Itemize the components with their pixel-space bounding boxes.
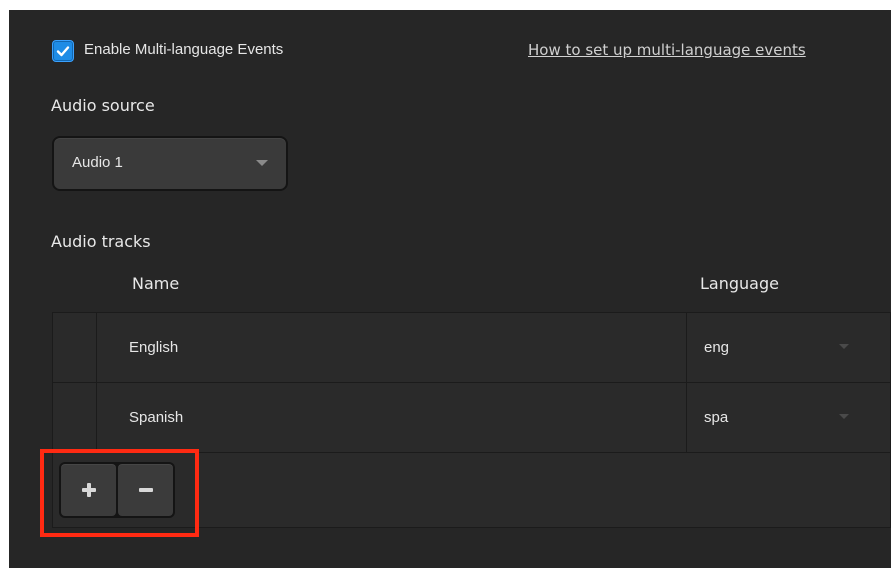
track-language-select[interactable]: spa (686, 383, 890, 452)
checkmark-icon (56, 46, 70, 57)
add-remove-track-buttons (59, 462, 175, 518)
multilang-help-link[interactable]: How to set up multi-language events (528, 41, 806, 59)
plus-icon (81, 483, 96, 497)
screenshot-root: Enable Multi-language Events How to set … (0, 0, 891, 568)
audio-tracks-table: English eng Spanish spa (52, 312, 891, 528)
audio-tracks-label: Audio tracks (51, 232, 151, 251)
enable-multilang-checkbox[interactable] (52, 40, 74, 62)
minus-icon (138, 488, 153, 492)
add-track-button[interactable] (61, 464, 116, 516)
column-header-language: Language (700, 274, 779, 293)
chevron-down-icon (839, 344, 849, 349)
audio-source-select[interactable]: Audio 1 (52, 136, 288, 191)
remove-track-button[interactable] (118, 464, 173, 516)
track-name[interactable]: English (129, 339, 178, 356)
table-row[interactable]: English eng (53, 313, 890, 383)
column-header-name: Name (132, 274, 180, 293)
settings-panel: Enable Multi-language Events How to set … (9, 10, 891, 568)
chevron-down-icon (839, 414, 849, 419)
chevron-down-icon (256, 160, 268, 166)
enable-multilang-label: Enable Multi-language Events (84, 41, 284, 58)
track-language-select[interactable]: eng (686, 313, 890, 382)
track-name[interactable]: Spanish (129, 409, 183, 426)
track-language-value: spa (704, 409, 729, 426)
table-row[interactable]: Spanish spa (53, 383, 890, 453)
row-leading-cell (53, 383, 97, 452)
track-language-value: eng (704, 339, 730, 356)
row-leading-cell (53, 313, 97, 382)
audio-source-label: Audio source (51, 96, 155, 115)
audio-source-value: Audio 1 (72, 154, 123, 171)
